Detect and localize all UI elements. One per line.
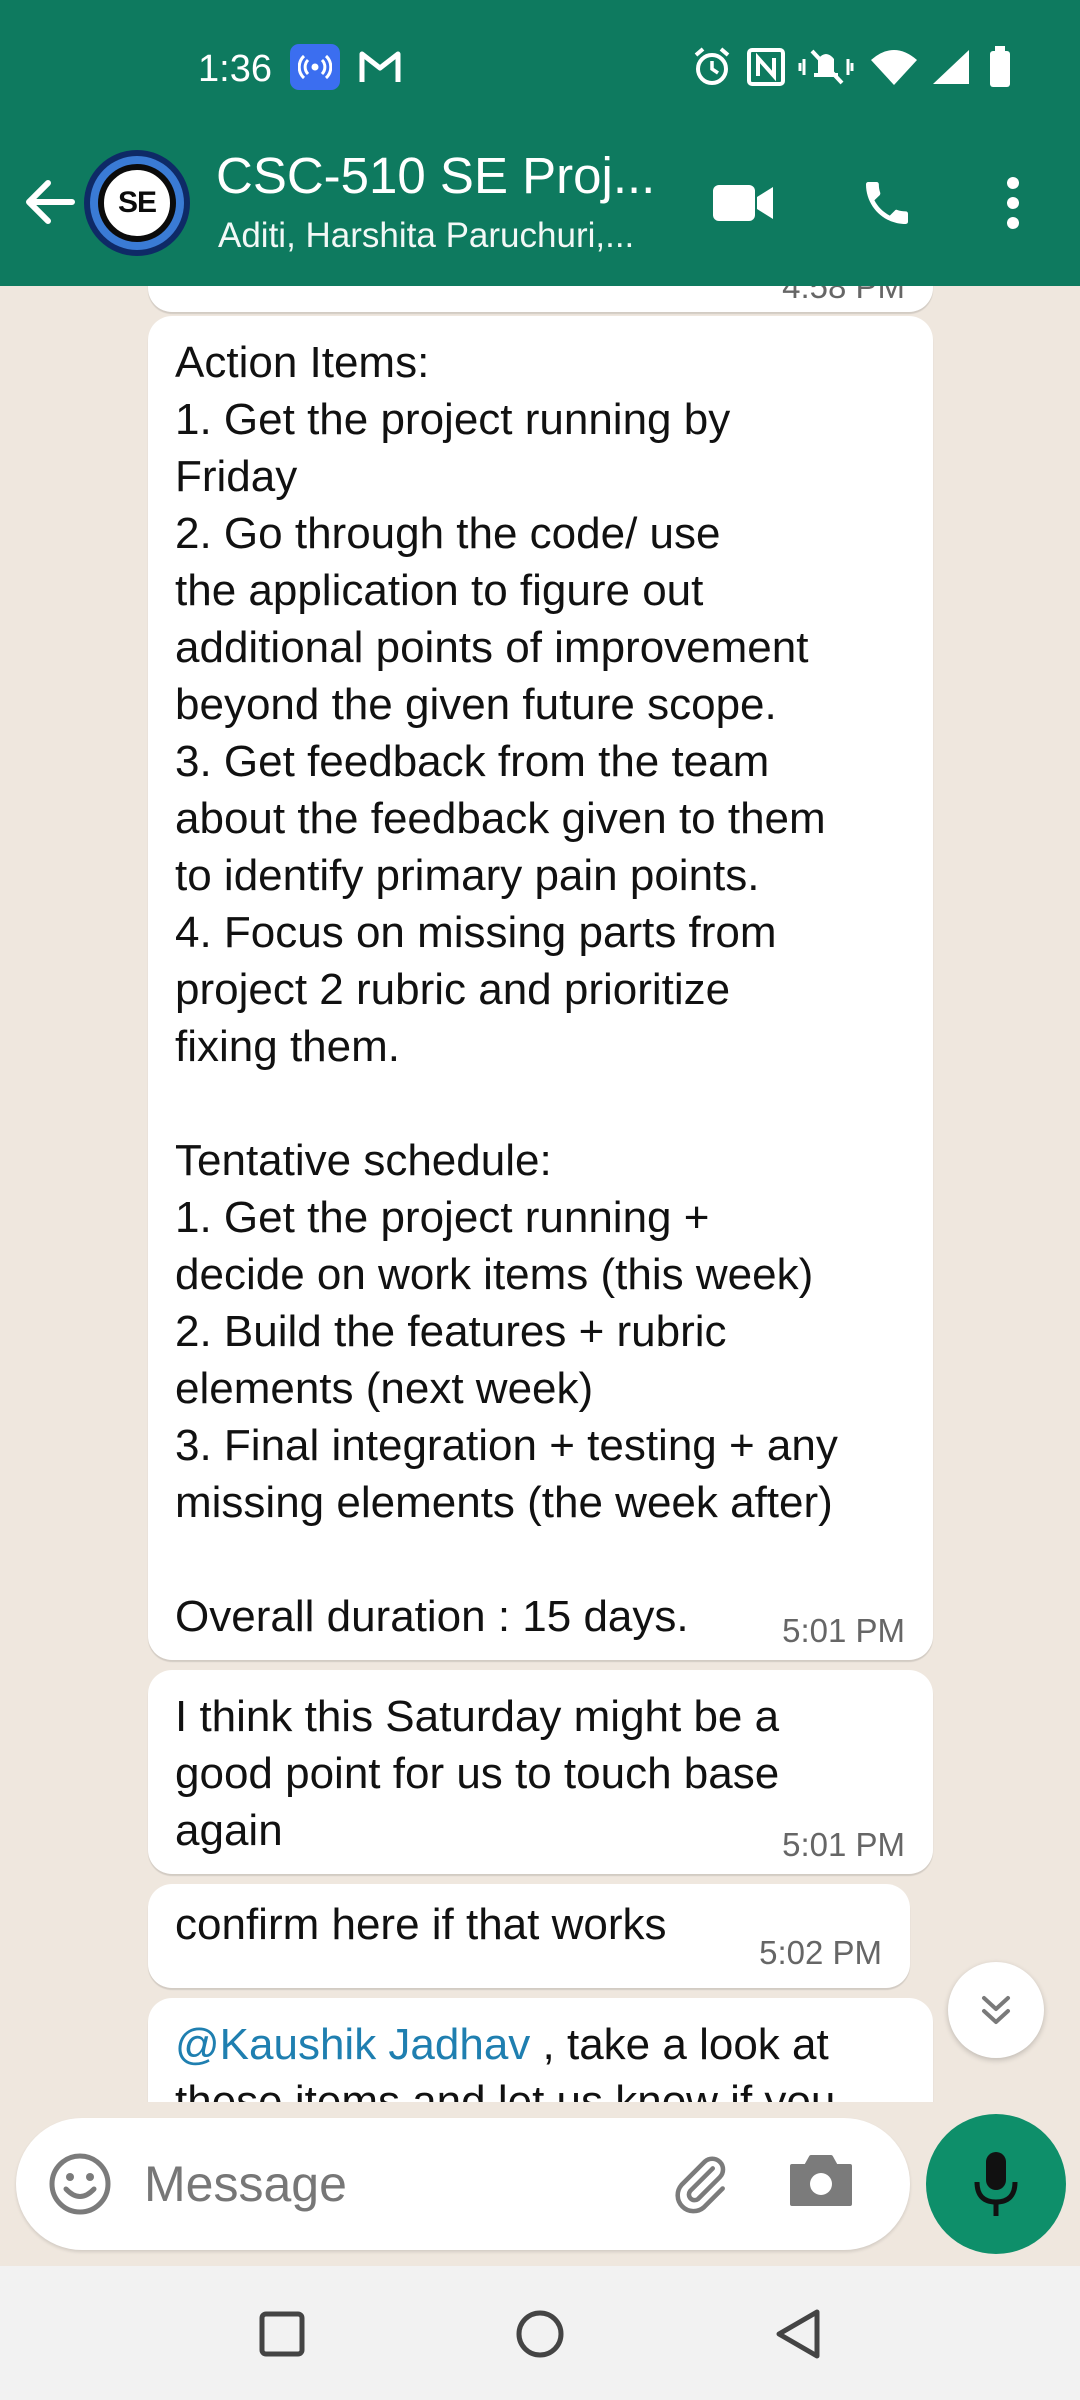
message-bubble[interactable]: I think this Saturday might be a good po… bbox=[148, 1670, 933, 1874]
voice-message-button[interactable] bbox=[926, 2114, 1066, 2254]
home-button[interactable] bbox=[508, 2302, 572, 2366]
camera-button[interactable] bbox=[786, 2150, 856, 2218]
nav-back-button[interactable] bbox=[766, 2302, 830, 2366]
scroll-to-bottom-button[interactable] bbox=[948, 1962, 1044, 2058]
emoji-button[interactable] bbox=[46, 2150, 114, 2218]
message-time: 5:01 PM bbox=[782, 1612, 905, 1649]
chat-participants[interactable]: Aditi, Harshita Paruchuri,... bbox=[218, 216, 670, 256]
recents-square-icon bbox=[259, 2311, 305, 2357]
group-avatar[interactable]: SE bbox=[84, 150, 190, 256]
message-bubble[interactable]: @Kaushik Jadhav , take a look at these i… bbox=[148, 1998, 933, 2102]
gmail-icon bbox=[356, 44, 404, 90]
wifi-icon bbox=[866, 44, 922, 90]
status-time: 1:36 bbox=[198, 48, 272, 90]
attach-button[interactable] bbox=[666, 2150, 734, 2218]
message-time: 5:02 PM bbox=[759, 1934, 882, 1971]
message-input[interactable] bbox=[144, 2148, 664, 2220]
back-button[interactable] bbox=[18, 170, 82, 234]
double-chevron-down-icon bbox=[982, 1996, 1010, 2024]
avatar-inner: SE bbox=[98, 164, 176, 242]
phone-icon bbox=[866, 182, 908, 224]
back-arrow-icon bbox=[26, 180, 75, 224]
back-triangle-icon bbox=[776, 2309, 820, 2359]
message-text: @Kaushik Jadhav , take a look at these i… bbox=[148, 1998, 933, 2102]
status-bar: 1:36 bbox=[0, 0, 1080, 140]
emoji-icon bbox=[49, 2153, 111, 2215]
video-call-button[interactable] bbox=[708, 168, 778, 238]
mic-icon bbox=[974, 2152, 1018, 2216]
avatar-text: SE bbox=[117, 186, 157, 219]
message-time: 4:58 PM bbox=[782, 286, 905, 305]
user-mention[interactable]: @Kaushik Jadhav bbox=[175, 2020, 530, 2069]
recents-button[interactable] bbox=[250, 2302, 314, 2366]
message-bubble[interactable]: Action Items: 1. Get the project running… bbox=[148, 316, 933, 1660]
message-time: 5:01 PM bbox=[782, 1826, 905, 1863]
message-list[interactable]: 4:58 PM Action Items: 1. Get the project… bbox=[0, 286, 1080, 2102]
attach-icon bbox=[675, 2156, 726, 2214]
message-bubble[interactable]: confirm here if that works 5:02 PM bbox=[148, 1884, 910, 1988]
more-options-button[interactable] bbox=[978, 168, 1048, 238]
battery-icon bbox=[980, 44, 1020, 90]
cast-icon bbox=[290, 44, 340, 90]
system-navigation-bar bbox=[0, 2266, 1080, 2400]
vibrate-icon bbox=[796, 44, 856, 90]
signal-icon bbox=[928, 44, 974, 90]
more-vert-icon bbox=[1007, 177, 1019, 229]
camera-icon bbox=[790, 2155, 852, 2206]
chat-header: SE CSC-510 SE Proj... Aditi, Harshita Pa… bbox=[0, 140, 1080, 286]
nfc-icon bbox=[744, 44, 788, 90]
video-call-icon bbox=[713, 185, 773, 221]
message-composer bbox=[16, 2118, 910, 2250]
home-circle-icon bbox=[516, 2310, 564, 2358]
voice-call-button[interactable] bbox=[852, 168, 922, 238]
message-text: Action Items: 1. Get the project running… bbox=[175, 338, 838, 1641]
avatar-ring: SE bbox=[90, 156, 184, 250]
message-bubble[interactable]: 4:58 PM bbox=[148, 286, 933, 312]
alarm-icon bbox=[690, 44, 734, 90]
chat-title[interactable]: CSC-510 SE Proj... bbox=[216, 146, 656, 205]
